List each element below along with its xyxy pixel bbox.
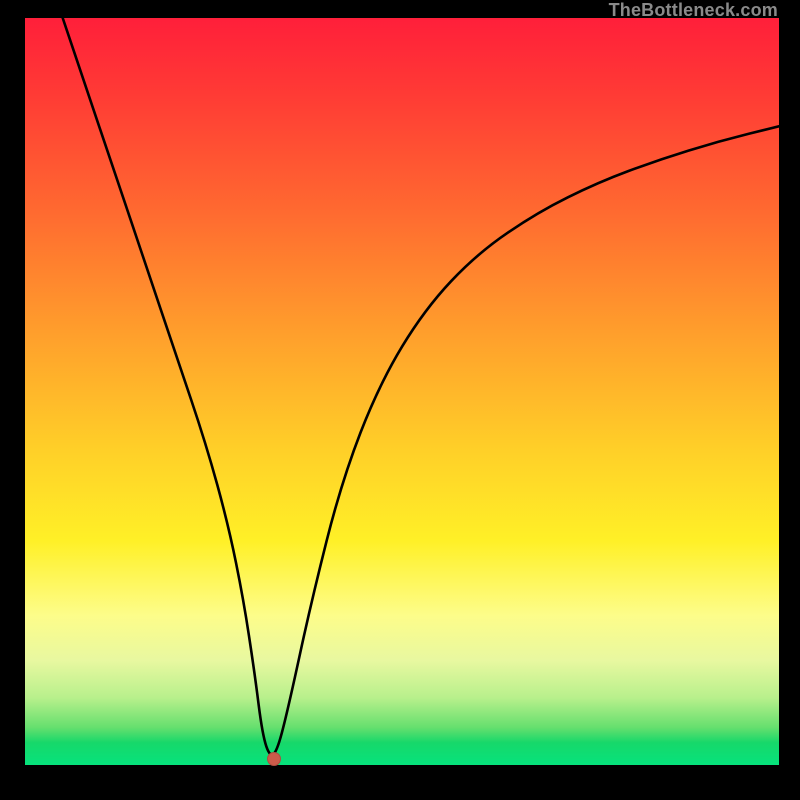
bottleneck-curve xyxy=(63,18,779,755)
plot-area xyxy=(25,18,779,765)
curve-svg xyxy=(25,18,779,765)
min-marker xyxy=(267,752,281,766)
chart-frame: TheBottleneck.com xyxy=(0,0,800,800)
